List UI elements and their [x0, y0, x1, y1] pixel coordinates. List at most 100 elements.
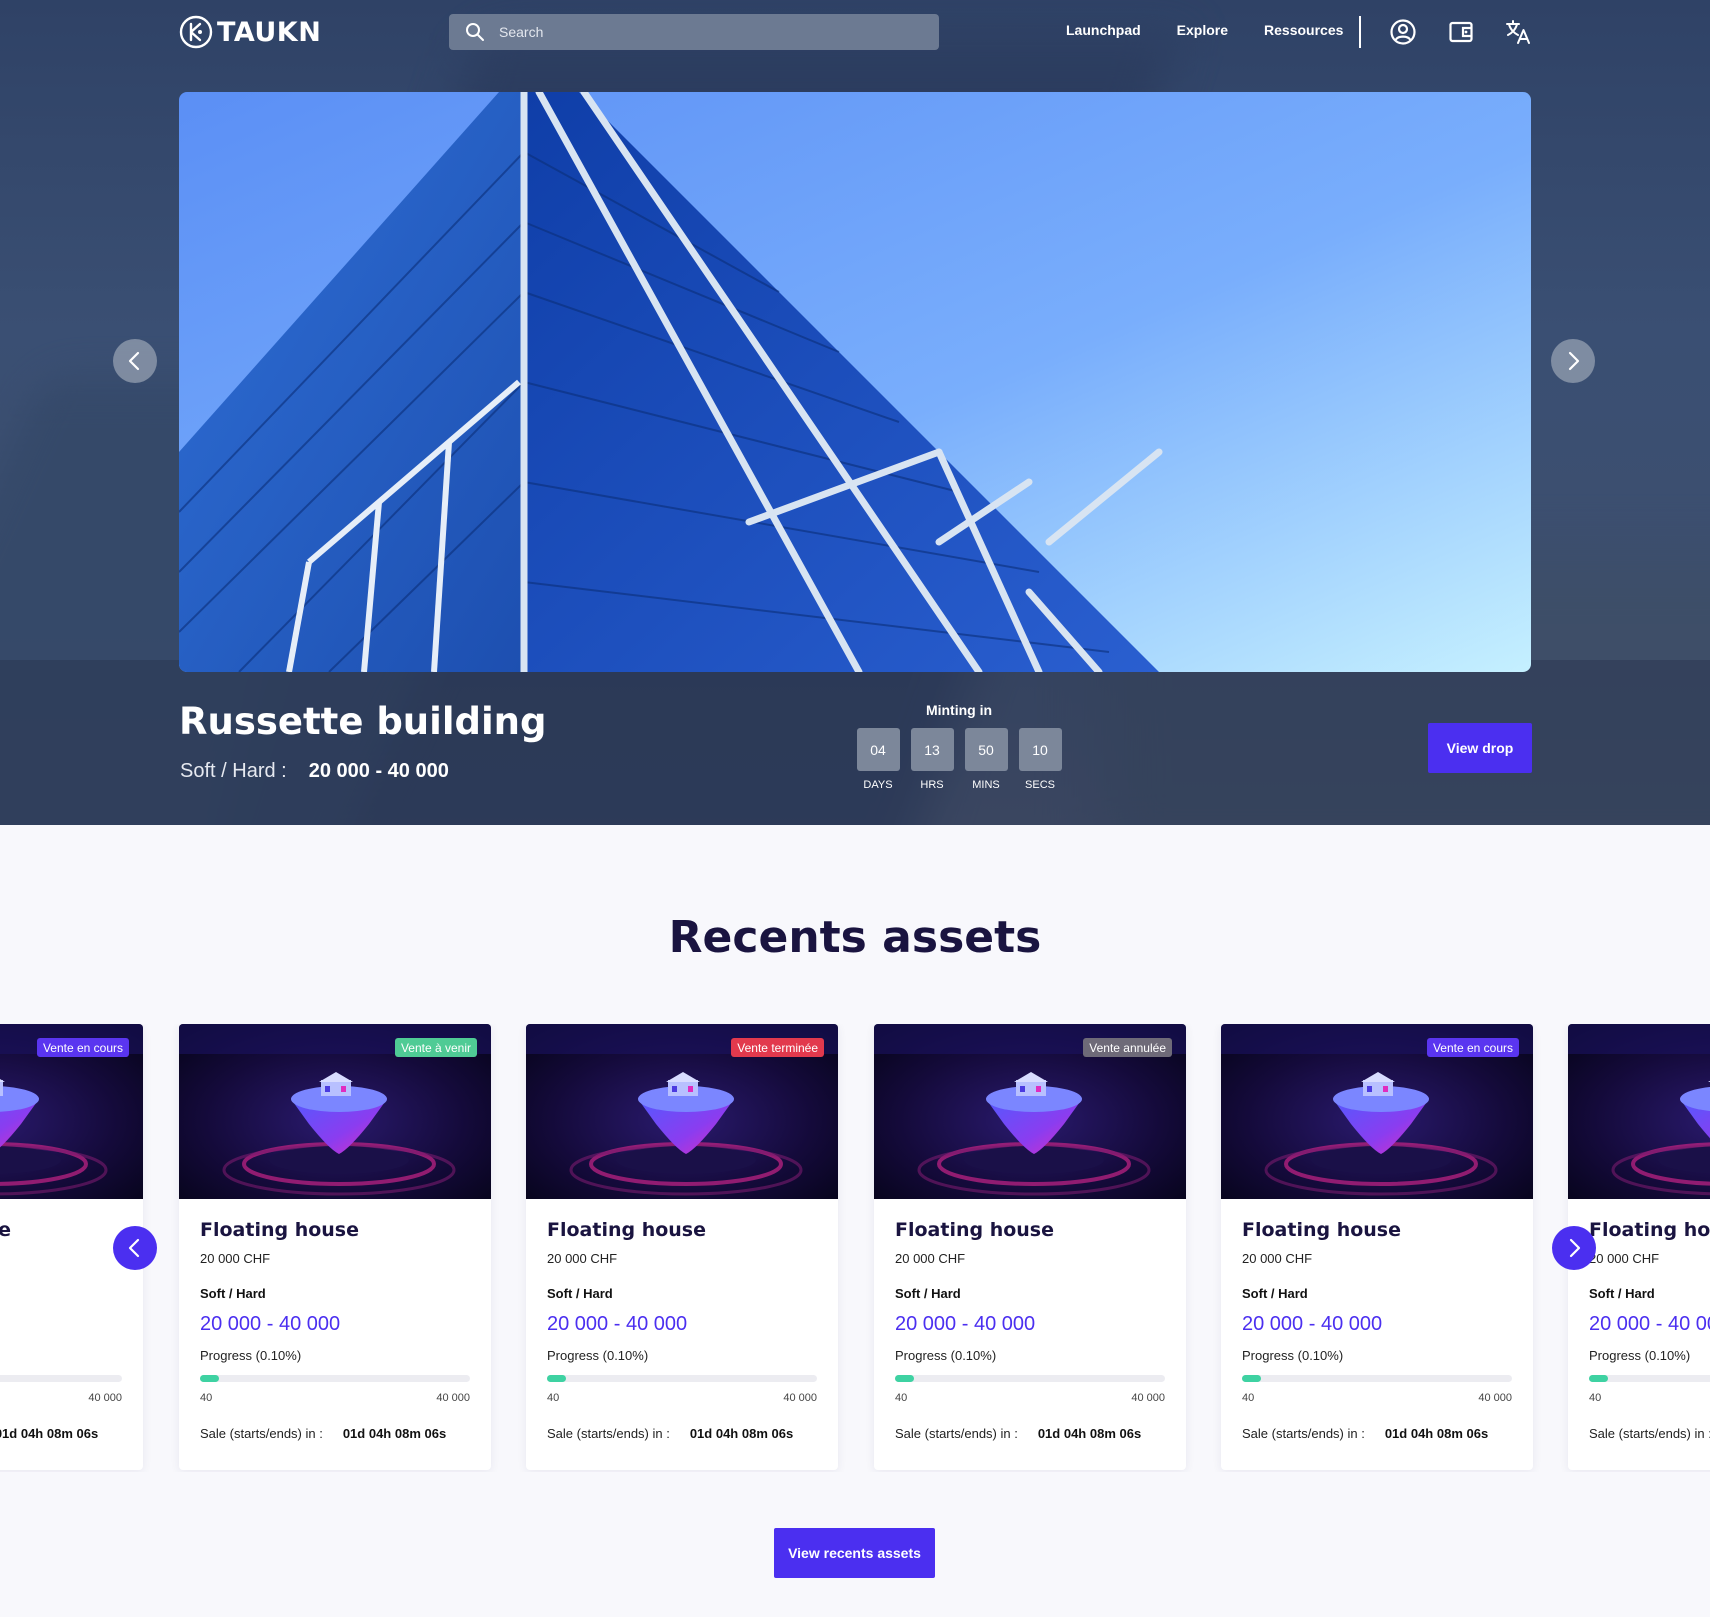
hero-banner: TAUKN Launchpad Explore Ressources	[0, 0, 1710, 825]
progress-max: 40 000	[1478, 1392, 1512, 1404]
view-drop-button[interactable]: View drop	[1428, 723, 1532, 773]
sale-label: Sale (starts/ends) in :	[1242, 1426, 1365, 1441]
chevron-right-icon	[1569, 1238, 1581, 1258]
progress-bar	[0, 1375, 122, 1382]
nav-link-explore[interactable]: Explore	[1177, 22, 1228, 38]
progress-bar	[1242, 1375, 1512, 1382]
softhard-range: 20 000 - 40 000	[895, 1313, 1036, 1335]
hero-softhard-label: Soft / Hard :	[180, 760, 287, 782]
sale-time: 01d 04h 08m 06s	[342, 1426, 447, 1441]
softhard-label: Soft / Hard	[200, 1286, 266, 1301]
asset-card[interactable]: Vente annulée Floating house 20 000 CHF …	[874, 1024, 1186, 1470]
asset-price: 20 000 CHF	[0, 1251, 122, 1266]
hero-prev-button[interactable]	[113, 339, 157, 383]
asset-price: 20 000 CHF	[895, 1251, 966, 1266]
taukn-logo-icon	[179, 15, 213, 49]
asset-card-image: Vente annulée	[874, 1024, 1186, 1199]
asset-title: Floating house	[0, 1219, 12, 1241]
progress-min: 40	[200, 1392, 213, 1404]
chevron-right-icon	[1568, 351, 1580, 371]
countdown-minutes: 50 MINS	[964, 728, 1008, 791]
search-bar[interactable]	[449, 14, 939, 50]
asset-title: Floating house	[547, 1219, 707, 1241]
search-icon	[466, 23, 484, 41]
asset-price: 20 000 CHF	[1589, 1251, 1660, 1266]
asset-card-image: Vente à venir	[179, 1024, 491, 1199]
progress-min: 40	[895, 1392, 908, 1404]
softhard-label: Soft / Hard	[895, 1286, 961, 1301]
top-nav: TAUKN Launchpad Explore Ressources	[0, 0, 1710, 64]
nav-link-launchpad[interactable]: Launchpad	[1066, 22, 1141, 38]
asset-card-image	[1568, 1024, 1710, 1199]
hero-title: Russette building	[179, 700, 547, 743]
progress-fill	[547, 1375, 566, 1382]
softhard-label: Soft / Hard	[1589, 1286, 1655, 1301]
progress-min: 40	[1242, 1392, 1255, 1404]
chevron-left-icon	[128, 1238, 140, 1258]
status-badge: Vente annulée	[1083, 1038, 1172, 1057]
sale-time: 01d 04h 08m 06s	[1037, 1426, 1142, 1441]
nav-link-ressources[interactable]: Ressources	[1264, 22, 1343, 38]
progress-label: Progress (0.10%)	[895, 1348, 997, 1363]
asset-card-image: Vente en cours	[1221, 1024, 1533, 1199]
countdown-hours: 13 HRS	[910, 728, 954, 791]
minting-label: Minting in	[925, 702, 993, 718]
sale-time: 01d 04h 08m 06s	[689, 1426, 794, 1441]
softhard-range: 20 000 - 40 000	[547, 1313, 688, 1335]
recents-prev-button[interactable]	[113, 1226, 157, 1270]
hero-softhard-value: 20 000 - 40 000	[308, 760, 449, 782]
progress-max: 40 000	[88, 1392, 122, 1404]
progress-label: Progress (0.10%)	[200, 1348, 302, 1363]
asset-card[interactable]: Vente terminée Floating house 20 000 CHF…	[526, 1024, 838, 1470]
wallet-icon[interactable]	[1447, 18, 1475, 46]
search-input[interactable]	[499, 24, 919, 40]
softhard-range: 20 000 - 40 000	[0, 1313, 122, 1336]
sale-label: Sale (starts/ends) in :	[200, 1426, 323, 1441]
sale-time: 01d 04h 08m 06s	[0, 1426, 99, 1441]
sale-countdown: Sale (starts/ends) in : 01d 04h 08m 06s	[200, 1426, 470, 1441]
sale-time: 01d 04h 08m 06s	[1384, 1426, 1489, 1441]
progress-label: Progress (0.10%)	[547, 1348, 649, 1363]
nav-links: Launchpad Explore Ressources	[1066, 22, 1343, 38]
asset-card-image: Vente terminée	[526, 1024, 838, 1199]
brand-logo[interactable]: TAUKN	[179, 14, 321, 50]
sale-countdown: Sale (starts/ends) in : 01d 04h 08m 06s	[1589, 1426, 1710, 1441]
progress-fill	[1589, 1375, 1608, 1382]
status-badge: Vente à venir	[394, 1038, 477, 1057]
view-recents-button[interactable]: View recents assets	[774, 1528, 935, 1578]
progress-bar	[1589, 1375, 1710, 1382]
user-icon[interactable]	[1389, 18, 1417, 46]
progress-min: 40	[547, 1392, 560, 1404]
asset-card[interactable]: Vente à venir Floating house 20 000 CHF …	[179, 1024, 491, 1470]
translate-icon[interactable]	[1504, 18, 1532, 46]
sale-label: Sale (starts/ends) in :	[1589, 1426, 1710, 1441]
progress-label: Progress (0.10%)	[1242, 1348, 1344, 1363]
status-badge: Vente en cours	[1426, 1038, 1519, 1057]
progress-max: 40 000	[436, 1392, 470, 1404]
recents-next-button[interactable]	[1552, 1226, 1596, 1270]
asset-title: Floating house	[200, 1219, 360, 1241]
hero-next-button[interactable]	[1551, 339, 1595, 383]
asset-card[interactable]: Vente en cours Floating house 20 000 CHF…	[1221, 1024, 1533, 1470]
softhard-range: 20 000 - 40 000	[1242, 1313, 1383, 1335]
sale-countdown: Sale (starts/ends) in : 01d 04h 08m 06s	[0, 1426, 122, 1441]
progress-bar	[895, 1375, 1165, 1382]
chevron-left-icon	[128, 351, 140, 371]
sale-countdown: Sale (starts/ends) in : 01d 04h 08m 06s	[895, 1426, 1165, 1441]
progress-min: 40	[1589, 1392, 1602, 1404]
countdown-days: 04 DAYS	[856, 728, 900, 791]
progress-fill	[895, 1375, 914, 1382]
recents-title: Recents assets	[668, 912, 1042, 963]
floating-house-image	[1568, 1024, 1710, 1199]
progress-bar	[547, 1375, 817, 1382]
softhard-label: Soft / Hard	[547, 1286, 613, 1301]
status-badge: Vente terminée	[731, 1038, 824, 1057]
asset-card-image: Vente en cours	[0, 1024, 143, 1199]
hero-softhard: Soft / Hard : 20 000 - 40 000	[180, 760, 449, 783]
asset-price: 20 000 CHF	[1242, 1251, 1313, 1266]
sale-countdown: Sale (starts/ends) in : 01d 04h 08m 06s	[547, 1426, 817, 1441]
asset-price: 20 000 CHF	[547, 1251, 618, 1266]
softhard-label: Soft / Hard	[1242, 1286, 1308, 1301]
nav-divider	[1359, 16, 1361, 48]
progress-fill	[200, 1375, 219, 1382]
